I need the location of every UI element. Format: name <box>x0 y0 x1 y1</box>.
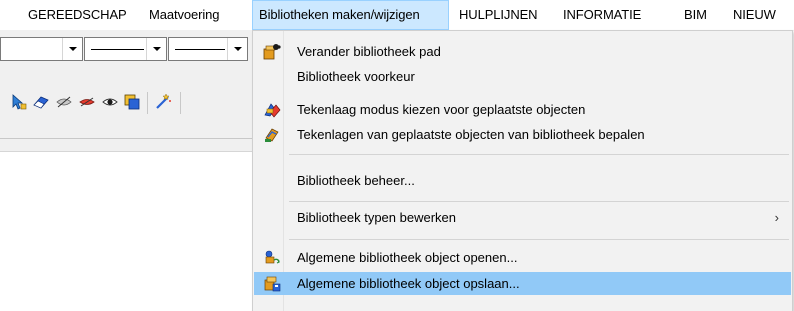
toolbar-divider <box>0 138 253 139</box>
menu-nieuw[interactable]: NIEUW <box>733 0 776 30</box>
menu-bar: GEREEDSCHAP Maatvoering Bibliotheken mak… <box>0 0 794 31</box>
menu-item-tekenlagen-bepalen[interactable]: Tekenlagen van geplaatste objecten van b… <box>254 123 791 146</box>
menu-bim[interactable]: BIM <box>684 0 707 30</box>
menu-item-object-opslaan[interactable]: Algemene bibliotheek object opslaan... <box>254 272 791 295</box>
linetype-combo[interactable] <box>84 37 167 61</box>
toolbar-divider <box>0 151 253 152</box>
chevron-down-icon[interactable] <box>227 38 247 60</box>
menu-item-verander-pad[interactable]: Verander bibliotheek pad <box>254 40 791 63</box>
layer-copy-icon[interactable] <box>123 93 141 111</box>
menu-item-label: Bibliotheek typen bewerken <box>297 210 456 225</box>
menu-item-object-openen[interactable]: Algemene bibliotheek object openen... <box>254 246 791 269</box>
lineweight-combo[interactable] <box>168 37 248 61</box>
menu-item-label: Bibliotheek voorkeur <box>297 69 415 84</box>
object-open-icon <box>265 250 280 264</box>
hide-red-icon[interactable] <box>78 93 96 111</box>
menu-separator <box>289 201 789 202</box>
bibliotheken-dropdown-menu: Verander bibliotheek pad Bibliotheek voo… <box>252 30 793 311</box>
show-icon[interactable] <box>101 93 119 111</box>
menu-item-label: Algemene bibliotheek object opslaan... <box>297 276 520 291</box>
menu-separator <box>289 154 789 155</box>
layer-combo[interactable] <box>0 37 83 61</box>
layer-mode-icon <box>264 103 281 118</box>
menu-item-tekenlaag-modus[interactable]: Tekenlaag modus kiezen voor geplaatste o… <box>254 98 791 121</box>
menu-item-label: Tekenlagen van geplaatste objecten van b… <box>297 127 645 142</box>
hide-icon[interactable] <box>55 93 73 111</box>
menu-item-label: Algemene bibliotheek object openen... <box>297 250 518 265</box>
eraser-icon[interactable] <box>32 93 50 111</box>
toolbar-combo-row <box>0 37 253 63</box>
toolbar-area <box>0 31 253 152</box>
menu-separator <box>289 239 789 240</box>
menu-item-label: Bibliotheek beheer... <box>297 173 415 188</box>
chevron-down-icon[interactable] <box>62 38 82 60</box>
menu-informatie[interactable]: INFORMATIE <box>563 0 641 30</box>
toolbar-separator <box>147 92 148 114</box>
menu-bibliotheken[interactable]: Bibliotheken maken/wijzigen <box>252 0 449 30</box>
menu-hulplijnen[interactable]: HULPLIJNEN <box>459 0 538 30</box>
chevron-down-icon[interactable] <box>146 38 166 60</box>
menu-maatvoering[interactable]: Maatvoering <box>149 0 220 30</box>
layer-assign-icon <box>265 128 279 142</box>
menu-item-bibliotheek-beheer[interactable]: Bibliotheek beheer... <box>254 169 791 192</box>
menu-item-bibliotheek-voorkeur[interactable]: Bibliotheek voorkeur <box>254 65 791 88</box>
toolbar-icon-row <box>0 88 253 118</box>
select-arrow-icon[interactable] <box>10 93 28 111</box>
toolbar-separator <box>180 92 181 114</box>
submenu-arrow-icon: › <box>774 210 779 225</box>
menu-item-label: Tekenlaag modus kiezen voor geplaatste o… <box>297 102 586 117</box>
menu-gereedschap[interactable]: GEREEDSCHAP <box>28 0 127 30</box>
object-save-icon <box>264 276 281 292</box>
wand-icon[interactable] <box>154 93 172 111</box>
menu-item-label: Verander bibliotheek pad <box>297 44 441 59</box>
library-path-icon <box>263 44 281 60</box>
menu-item-bibliotheek-typen[interactable]: Bibliotheek typen bewerken › <box>254 206 791 229</box>
